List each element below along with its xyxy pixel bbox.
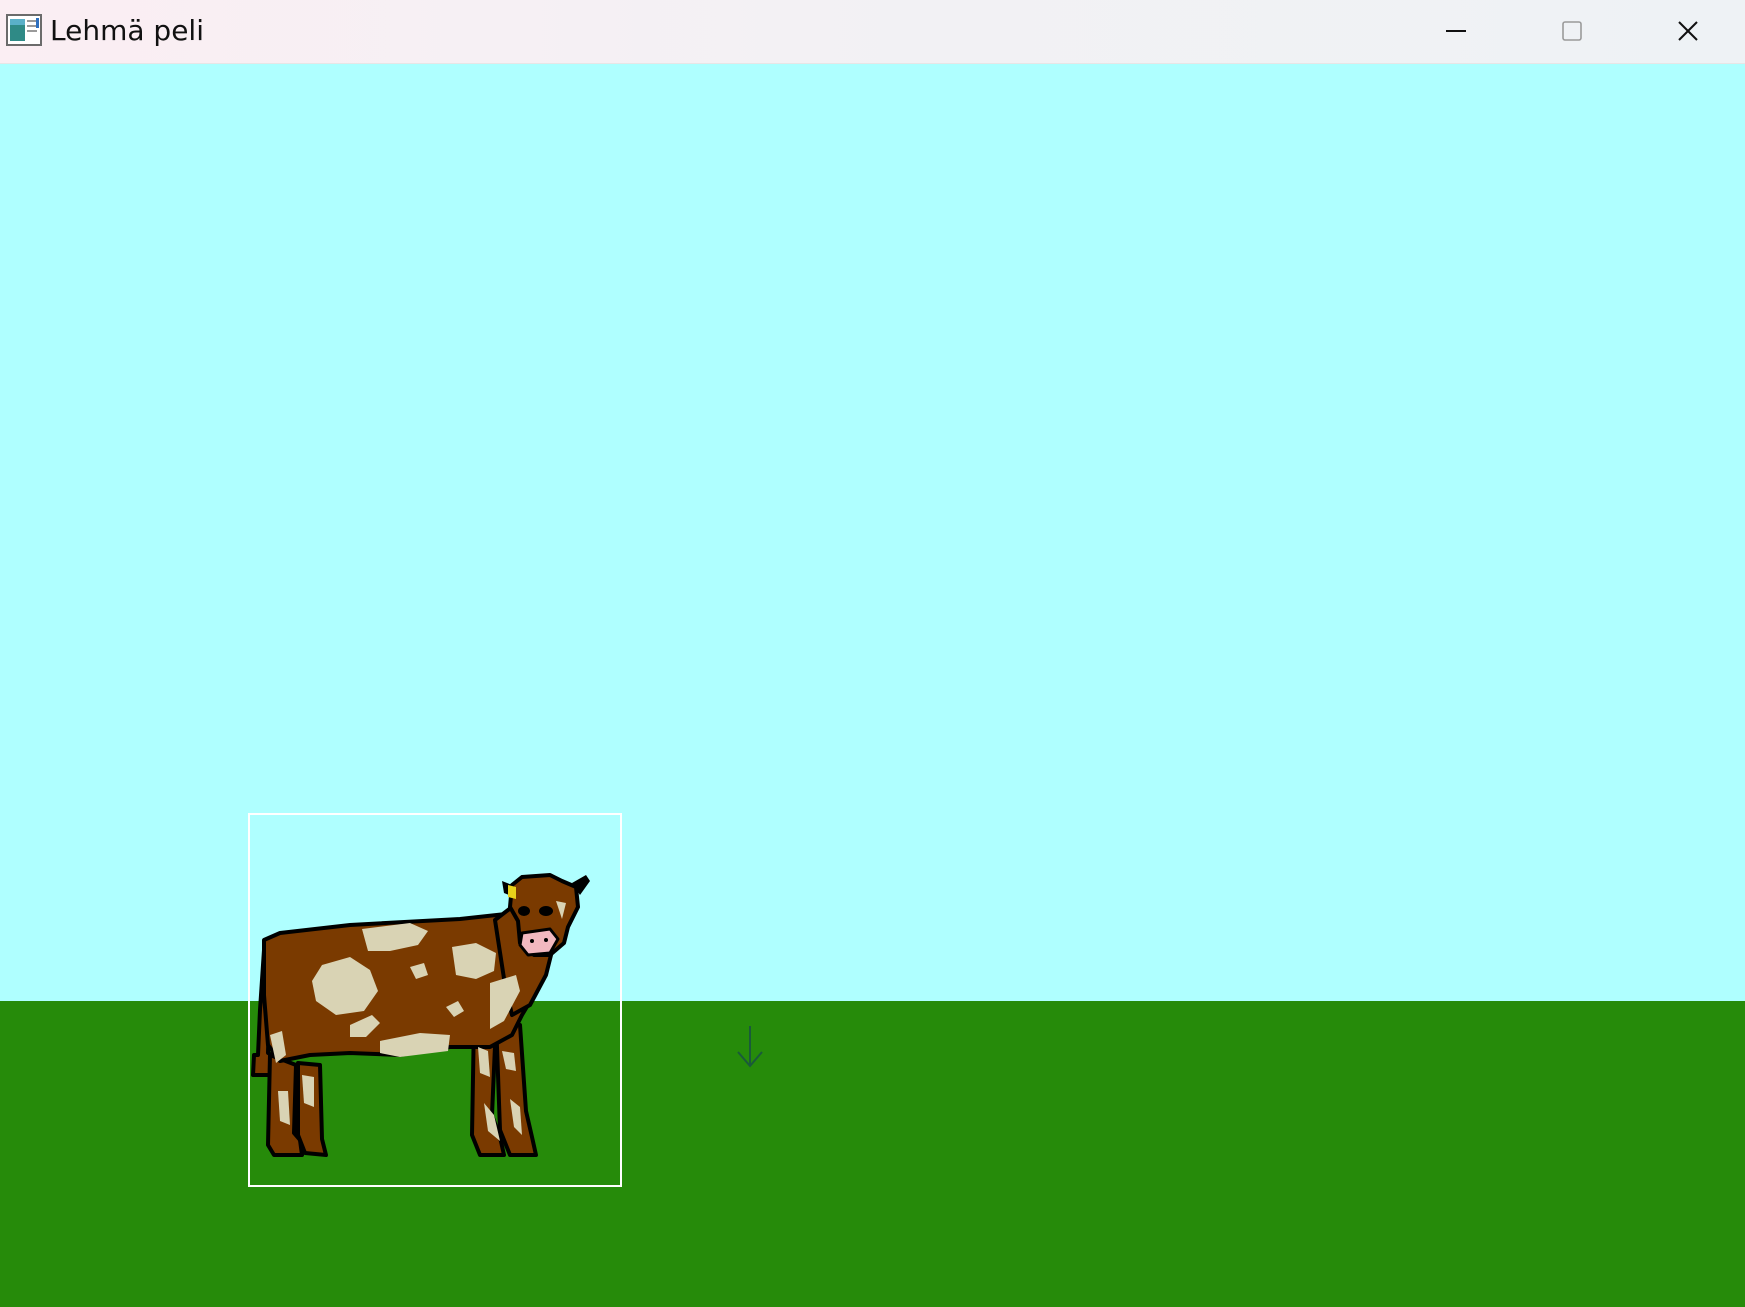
maximize-icon [1562,21,1582,41]
game-canvas[interactable] [0,64,1745,1307]
cow-sprite[interactable] [248,813,622,1187]
title-bar[interactable]: Lehmä peli [0,0,1745,64]
cow-icon [251,873,590,1157]
app-window-icon [6,14,42,46]
close-icon [1677,21,1698,41]
game-window: Lehmä peli [0,0,1745,1307]
down-arrow-icon [737,1026,763,1068]
maximize-button[interactable] [1514,0,1630,62]
close-button[interactable] [1630,0,1745,62]
minimize-icon [1446,30,1466,32]
window-title: Lehmä peli [50,14,204,47]
minimize-button[interactable] [1398,0,1514,62]
